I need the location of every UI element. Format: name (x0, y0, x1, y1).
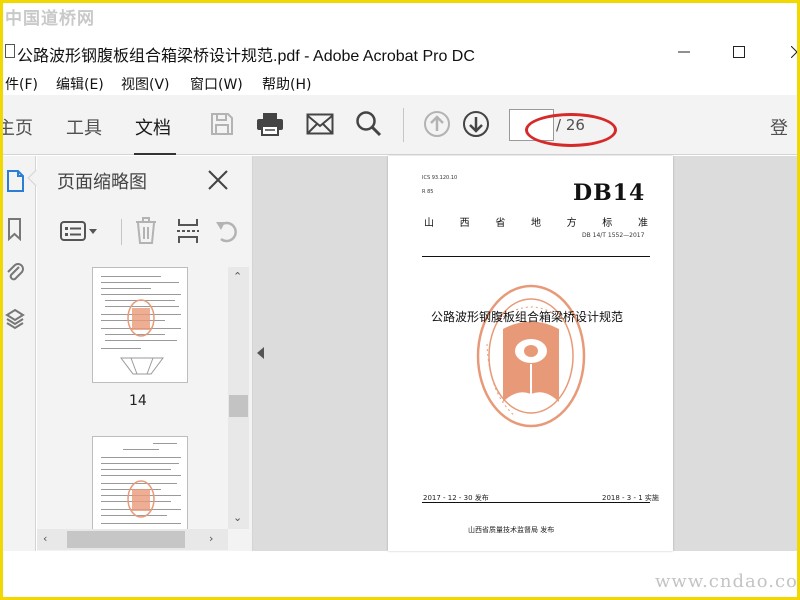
sign-in-link[interactable]: 登 (770, 114, 788, 140)
bookmark-icon (8, 218, 21, 241)
arrow-up-circle-icon (424, 111, 450, 137)
province-standard: 山 西 省 地 方 标 准 (424, 218, 648, 229)
page-number-input[interactable] (509, 109, 554, 141)
save-icon (211, 113, 233, 135)
menu-edit[interactable]: 编辑(E) (56, 74, 104, 94)
page-thumbnails-panel: 页面缩略图 14 ⌃ ⌄ ‹ › (27, 156, 253, 551)
minimize-button[interactable] (664, 38, 704, 66)
footer-rule (422, 502, 650, 503)
page-total: / 26 (556, 116, 585, 134)
insert-page-button[interactable] (174, 214, 202, 248)
scroll-down-arrow[interactable]: ⌄ (233, 511, 242, 524)
minimize-icon (678, 51, 690, 53)
email-button[interactable] (305, 109, 335, 139)
tab-document[interactable]: 文档 (135, 114, 171, 140)
thumbnail-horizontal-scrollbar[interactable]: ‹ › (37, 529, 228, 550)
print-icon (257, 113, 283, 136)
window-title: 公路波形钢腹板组合箱梁桥设计规范.pdf - Adobe Acrobat Pro… (17, 48, 475, 65)
maximize-button[interactable] (719, 38, 759, 66)
menu-view[interactable]: 视图(V) (121, 74, 170, 94)
save-button[interactable] (207, 109, 237, 139)
page-thumbnail-15[interactable] (92, 436, 188, 529)
bookmarks-button[interactable] (3, 216, 27, 242)
watermark-top: 中国道桥网 (5, 9, 95, 29)
scroll-left-arrow[interactable]: ‹ (43, 532, 47, 545)
attachment-icon (7, 263, 24, 281)
thumbnail-vertical-scrollbar[interactable]: ⌃ ⌄ (228, 267, 249, 529)
close-window-button[interactable] (777, 38, 797, 66)
options-menu-icon (60, 221, 97, 241)
page-thumbnails-button[interactable] (3, 168, 27, 194)
ics-code: ICS 93.120.10 (422, 175, 458, 181)
scroll-right-arrow[interactable]: › (209, 532, 213, 545)
menu-file[interactable]: 件(F) (5, 74, 38, 94)
insert-page-icon (177, 219, 199, 243)
maximize-icon (733, 46, 745, 58)
close-icon (791, 46, 797, 58)
menu-window[interactable]: 窗口(W) (190, 74, 243, 94)
standard-code: DB 14/T 1552—2017 (582, 232, 645, 239)
pdf-page-cover: ICS 93.120.10 R 85 DB14 山 西 省 地 方 标 准 DB… (388, 156, 673, 551)
publisher: 山西省质量技术监督局 发布 (468, 526, 555, 534)
search-icon (356, 111, 382, 137)
scroll-up-arrow[interactable]: ⌃ (233, 270, 242, 283)
tools-separator (121, 219, 122, 245)
print-button[interactable] (255, 109, 285, 139)
ccs-code: R 85 (422, 189, 434, 195)
toolbar-separator (403, 108, 404, 142)
previous-page-button[interactable] (422, 109, 452, 139)
menu-help[interactable]: 帮助(H) (262, 74, 311, 94)
page-thumbnail-14[interactable] (92, 267, 188, 383)
rotate-icon (216, 221, 237, 243)
thumbnail-diagram (120, 357, 164, 375)
horizontal-scroll-thumb[interactable] (67, 531, 185, 548)
thumbnail-tools (37, 212, 253, 252)
tab-tools[interactable]: 工具 (66, 114, 102, 140)
standard-label: DB14 (573, 180, 646, 206)
rotate-page-button[interactable] (214, 214, 242, 248)
vertical-scroll-thumb[interactable] (229, 395, 248, 417)
header-rule (422, 256, 650, 257)
thumbnail-stamp (127, 480, 155, 518)
email-icon (306, 113, 334, 135)
next-page-button[interactable] (461, 109, 491, 139)
thumbnail-page-label: 14 (129, 393, 147, 409)
delete-pages-button[interactable] (132, 214, 160, 248)
close-panel-button[interactable] (204, 166, 232, 194)
pdf-file-icon (5, 44, 15, 58)
find-button[interactable] (354, 109, 384, 139)
title-bar: 公路波形钢腹板组合箱梁桥设计规范.pdf - Adobe Acrobat Pro… (3, 35, 797, 69)
document-area-left (253, 156, 385, 551)
press-stamp-watermark (476, 284, 586, 428)
page-thumbnails-icon (7, 170, 24, 192)
layers-button[interactable] (3, 306, 27, 332)
acrobat-window: 中国道桥网 公路波形钢腹板组合箱梁桥设计规范.pdf - Adobe Acrob… (3, 3, 797, 597)
thumbnail-list: 14 (37, 267, 245, 529)
panel-title: 页面缩略图 (57, 172, 147, 193)
thumbnail-stamp (127, 299, 155, 337)
menu-bar: 件(F) 编辑(E) 视图(V) 窗口(W) 帮助(H) (3, 71, 797, 95)
arrow-down-circle-icon (463, 111, 489, 137)
attachments-button[interactable] (3, 260, 27, 286)
close-icon (208, 170, 228, 190)
watermark-bottom: www.cndao.com (655, 571, 797, 592)
layers-icon (5, 308, 25, 330)
collapse-panel-arrow[interactable] (257, 347, 264, 359)
active-tab-indicator (134, 153, 176, 155)
navigation-rail (3, 156, 36, 551)
tab-home[interactable]: 主页 (3, 114, 33, 140)
delete-icon (136, 217, 156, 244)
main-toolbar: 主页 工具 文档 / 26 登 (3, 95, 797, 155)
options-menu-button[interactable] (59, 214, 99, 248)
document-title: 公路波形钢腹板组合箱梁桥设计规范 (431, 310, 624, 324)
